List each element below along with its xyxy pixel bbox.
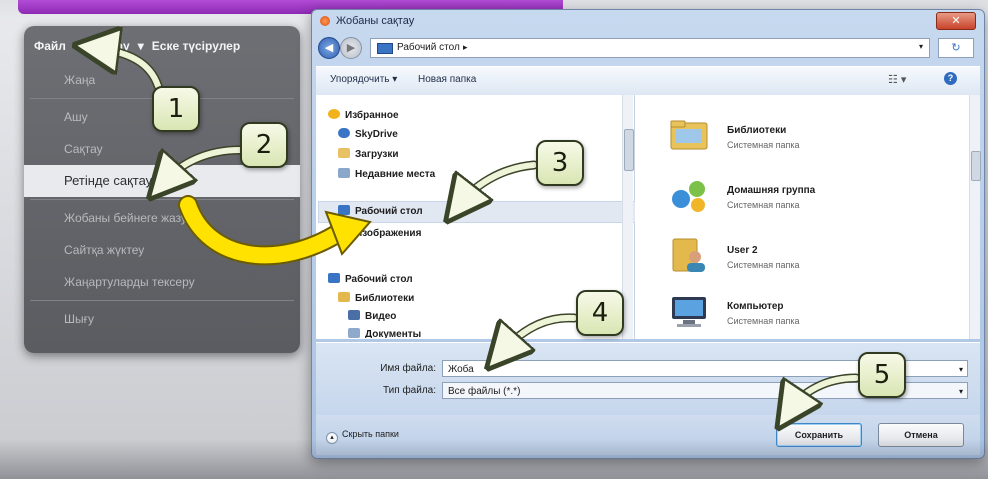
file-name: User 2 (727, 245, 758, 256)
refresh-button[interactable]: ↻ (938, 38, 974, 58)
nav-label: Избранное (345, 110, 399, 121)
file-name: Домашняя группа (727, 185, 816, 196)
nav-desktop-root[interactable]: Рабочий стол (328, 273, 413, 285)
dialog-toolbar: Упорядочить ▾ Новая папка ☷ ▾ ? (316, 66, 980, 96)
menu-divider (30, 199, 294, 200)
computer-icon (672, 297, 706, 327)
file-item-user[interactable]: User 2 Системная папка (669, 235, 959, 283)
address-bar: ◀ ▶ Рабочий стол ▸ ▾ ↻ (318, 36, 978, 60)
file-scrollbar-thumb[interactable] (971, 151, 981, 181)
filename-dropdown-icon[interactable]: ▾ (959, 361, 963, 378)
nav-recent[interactable]: Недавние места (338, 168, 435, 180)
file-list-pane: Библиотеки Системная папка Домашняя груп… (635, 95, 981, 339)
callout-2: 2 (240, 122, 288, 168)
menu-divider (30, 300, 294, 301)
star-icon (328, 109, 340, 119)
menu-file-arrow: ▾ (73, 39, 80, 53)
nav-label: Рабочий стол (345, 274, 413, 285)
callout-4: 4 (576, 290, 624, 336)
nav-scrollbar-thumb[interactable] (624, 129, 634, 171)
organize-button[interactable]: Упорядочить ▾ (330, 74, 397, 85)
file-item-computer[interactable]: Компьютер Системная папка (669, 291, 959, 339)
nav-video[interactable]: Видео (348, 310, 396, 322)
view-icon[interactable]: ☷ ▾ (888, 73, 906, 86)
callout-1: 1 (152, 86, 200, 132)
file-item-libraries[interactable]: Библиотеки Системная папка (669, 115, 959, 163)
nav-skydrive[interactable]: SkyDrive (338, 128, 398, 140)
menu-file[interactable]: Файл (34, 39, 66, 53)
user-folder-icon (672, 238, 705, 272)
menu-item-save-as[interactable]: Ретінде сақтау (24, 165, 300, 197)
address-dropdown-icon[interactable]: ▾ (919, 42, 923, 51)
dialog-title: Жобаны сақтау (336, 15, 415, 27)
address-path: Рабочий стол (397, 42, 460, 53)
breadcrumb-arrow[interactable]: ▸ (463, 42, 468, 53)
recent-icon (338, 168, 350, 178)
libraries-folder-icon (670, 120, 708, 150)
nav-label: Рабочий стол (355, 206, 423, 217)
pictures-icon (338, 227, 350, 237)
menu-item-exit[interactable]: Шығу (24, 303, 300, 335)
help-icon[interactable]: ? (944, 72, 957, 85)
app-icon (320, 16, 330, 26)
menu-item-upload-site[interactable]: Сайтқа жүктеу (24, 234, 300, 266)
nav-pictures[interactable]: Изображения (338, 227, 421, 239)
desktop-icon (338, 205, 350, 215)
callout-5: 5 (858, 352, 906, 398)
file-scrollbar[interactable] (969, 95, 981, 339)
filetype-value: Все файлы (*.*) (448, 386, 521, 397)
nav-desktop[interactable]: Рабочий стол (338, 205, 423, 217)
nav-label: Изображения (355, 228, 422, 239)
nav-label: SkyDrive (355, 129, 398, 140)
homegroup-icon (672, 181, 705, 212)
menu-item-check-updates[interactable]: Жаңартуларды тексеру (24, 266, 300, 298)
file-type: Системная папка (727, 200, 800, 210)
nav-label: Библиотеки (355, 293, 415, 304)
forward-button[interactable]: ▶ (340, 37, 362, 59)
menu-item-record-video[interactable]: Жобаны бейнеге жазу (24, 202, 300, 234)
dialog-titlebar[interactable]: Жобаны сақтау ✕ (312, 10, 984, 32)
desktop-folder-icon (377, 43, 393, 54)
file-type: Системная папка (727, 140, 800, 150)
close-button[interactable]: ✕ (936, 12, 976, 30)
menu-settings[interactable]: Баптау (88, 39, 130, 53)
file-type: Системная папка (727, 316, 800, 326)
nav-documents[interactable]: Документы (348, 328, 421, 338)
nav-label: Видео (365, 311, 397, 322)
file-type: Системная папка (727, 260, 800, 270)
address-box[interactable]: Рабочий стол ▸ ▾ (370, 38, 930, 58)
app-file-menu: Файл ▾ Баптау ▾ Еске түсірулер Жаңа Ашу … (24, 26, 300, 353)
menu-reminders[interactable]: Еске түсірулер (152, 39, 240, 53)
menu-settings-arrow: ▾ (137, 39, 144, 53)
filetype-label: Тип файла: (383, 385, 436, 396)
nav-downloads[interactable]: Загрузки (338, 148, 399, 160)
video-icon (348, 310, 360, 320)
filename-value: Жоба (448, 364, 474, 375)
file-name: Библиотеки (727, 125, 787, 136)
new-folder-button[interactable]: Новая папка (418, 74, 476, 85)
bottom-shadow (0, 439, 988, 479)
cloud-icon (338, 128, 350, 138)
filename-label: Имя файла: (380, 363, 436, 374)
downloads-icon (338, 148, 350, 158)
file-item-homegroup[interactable]: Домашняя группа Системная папка (669, 175, 959, 223)
file-name: Компьютер (727, 301, 784, 312)
nav-label: Загрузки (355, 149, 399, 160)
menu-header: Файл ▾ Баптау ▾ Еске түсірулер (24, 26, 300, 53)
filetype-dropdown-icon[interactable]: ▾ (959, 383, 963, 400)
nav-favorites[interactable]: Избранное (328, 109, 399, 121)
back-button[interactable]: ◀ (318, 37, 340, 59)
callout-3: 3 (536, 140, 584, 186)
hide-folders-label: Скрыть папки (342, 429, 399, 439)
nav-label: Документы (365, 329, 422, 338)
desktop-icon (328, 273, 340, 283)
nav-libraries[interactable]: Библиотеки (338, 292, 414, 304)
nav-label: Недавние места (355, 169, 436, 180)
documents-icon (348, 328, 360, 338)
libraries-icon (338, 292, 350, 302)
